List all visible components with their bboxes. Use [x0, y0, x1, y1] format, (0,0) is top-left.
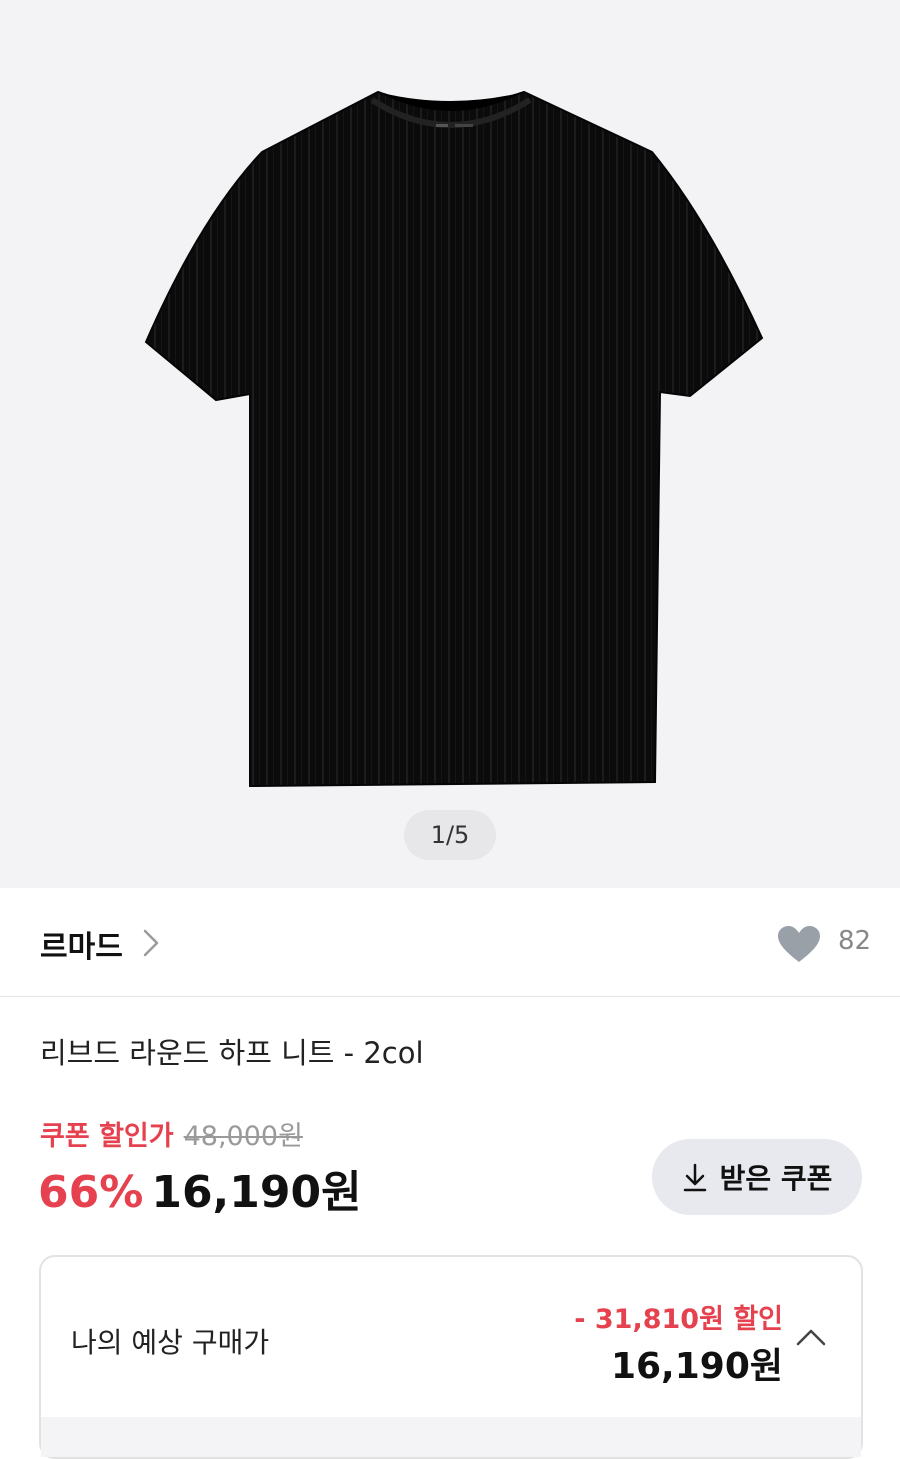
brand-row: 르마드 82	[0, 888, 900, 997]
original-price: 48,000원	[183, 1121, 303, 1152]
estimate-price: 16,190원	[610, 1346, 783, 1387]
chevron-up-icon[interactable]	[795, 1327, 827, 1347]
chevron-right-icon[interactable]	[142, 928, 160, 958]
coupon-price-line: 쿠폰 할인가 48,000원	[40, 1114, 303, 1153]
download-icon	[683, 1163, 706, 1192]
product-image-gallery[interactable]: 1/5	[0, 0, 900, 888]
estimate-label: 나의 예상 구매가	[71, 1326, 270, 1359]
brand-name[interactable]: 르마드	[40, 922, 123, 966]
coupon-price-label: 쿠폰 할인가	[40, 1121, 174, 1152]
coupon-button-label: 받은 쿠폰	[719, 1162, 833, 1195]
sale-price-line: 66% 16,190원	[38, 1156, 362, 1220]
heart-icon[interactable]	[776, 924, 822, 964]
page-indicator-text: 1/5	[430, 821, 470, 849]
estimated-price-panel[interactable]: 나의 예상 구매가 - 31,810원 할인 16,190원	[39, 1255, 863, 1459]
received-coupon-button[interactable]: 받은 쿠폰	[652, 1139, 862, 1215]
image-page-indicator: 1/5	[404, 810, 496, 860]
product-title: 리브드 라운드 하프 니트 - 2col	[40, 1036, 424, 1070]
sale-price: 16,190원	[151, 1167, 362, 1218]
estimate-discount: - 31,810원 할인	[574, 1304, 783, 1335]
discount-rate: 66%	[38, 1167, 144, 1218]
product-image[interactable]	[0, 0, 900, 888]
like-count: 82	[838, 926, 872, 956]
estimate-footer	[41, 1417, 861, 1457]
